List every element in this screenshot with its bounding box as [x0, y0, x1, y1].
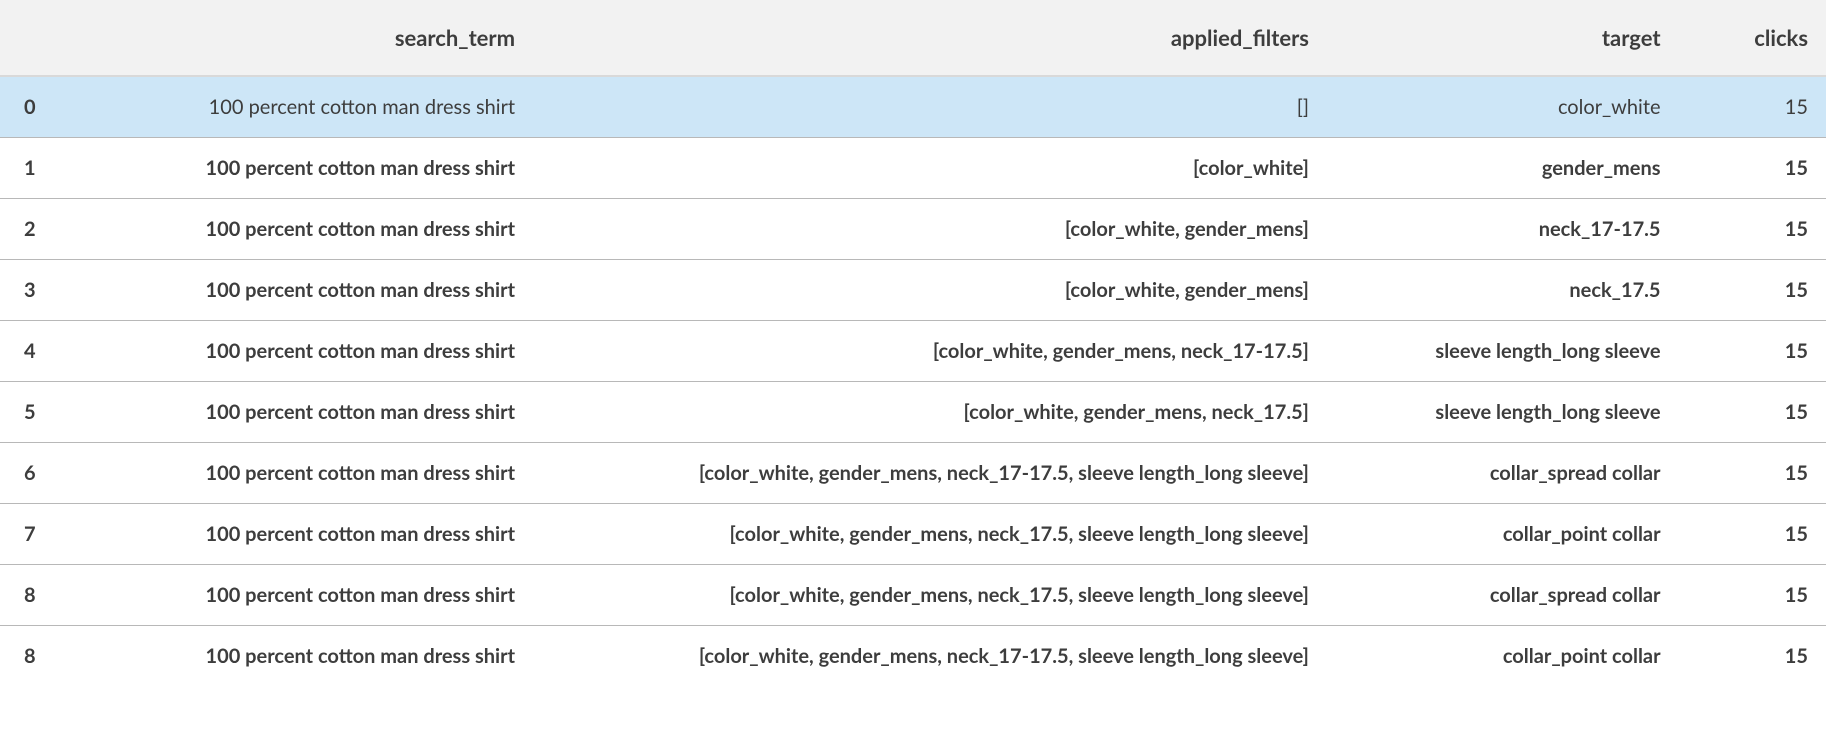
- cell-applied-filters: [color_white, gender_mens, neck_17.5]: [533, 382, 1327, 443]
- table-row: 1100 percent cotton man dress shirt[colo…: [0, 138, 1826, 199]
- column-header-search-term: search_term: [68, 0, 533, 76]
- cell-search-term: 100 percent cotton man dress shirt: [68, 565, 533, 626]
- row-index: 2: [0, 199, 68, 260]
- table-header-row: search_term applied_filters target click…: [0, 0, 1826, 76]
- row-index: 0: [0, 76, 68, 138]
- cell-applied-filters: [color_white, gender_mens, neck_17.5, sl…: [533, 565, 1327, 626]
- row-index: 4: [0, 321, 68, 382]
- table-row: 2100 percent cotton man dress shirt[colo…: [0, 199, 1826, 260]
- cell-applied-filters: [color_white, gender_mens, neck_17.5, sl…: [533, 504, 1327, 565]
- cell-clicks: 15: [1679, 626, 1826, 687]
- cell-search-term: 100 percent cotton man dress shirt: [68, 138, 533, 199]
- data-table: search_term applied_filters target click…: [0, 0, 1826, 686]
- cell-search-term: 100 percent cotton man dress shirt: [68, 443, 533, 504]
- cell-search-term: 100 percent cotton man dress shirt: [68, 504, 533, 565]
- column-header-index: [0, 0, 68, 76]
- cell-clicks: 15: [1679, 382, 1826, 443]
- column-header-applied-filters: applied_filters: [533, 0, 1327, 76]
- table-row: 0100 percent cotton man dress shirt[]col…: [0, 76, 1826, 138]
- cell-applied-filters: [color_white, gender_mens]: [533, 199, 1327, 260]
- row-index: 1: [0, 138, 68, 199]
- column-header-target: target: [1327, 0, 1679, 76]
- table-row: 6100 percent cotton man dress shirt[colo…: [0, 443, 1826, 504]
- table-row: 5100 percent cotton man dress shirt[colo…: [0, 382, 1826, 443]
- cell-applied-filters: [color_white, gender_mens]: [533, 260, 1327, 321]
- row-index: 8: [0, 626, 68, 687]
- table-row: 7100 percent cotton man dress shirt[colo…: [0, 504, 1826, 565]
- cell-applied-filters: []: [533, 76, 1327, 138]
- cell-clicks: 15: [1679, 504, 1826, 565]
- cell-target: collar_point collar: [1327, 626, 1679, 687]
- table-row: 3100 percent cotton man dress shirt[colo…: [0, 260, 1826, 321]
- table-body: 0100 percent cotton man dress shirt[]col…: [0, 76, 1826, 686]
- cell-target: color_white: [1327, 76, 1679, 138]
- table-row: 8100 percent cotton man dress shirt[colo…: [0, 565, 1826, 626]
- cell-target: sleeve length_long sleeve: [1327, 382, 1679, 443]
- cell-target: sleeve length_long sleeve: [1327, 321, 1679, 382]
- cell-clicks: 15: [1679, 565, 1826, 626]
- row-index: 8: [0, 565, 68, 626]
- row-index: 3: [0, 260, 68, 321]
- cell-target: collar_spread collar: [1327, 565, 1679, 626]
- cell-clicks: 15: [1679, 199, 1826, 260]
- cell-search-term: 100 percent cotton man dress shirt: [68, 321, 533, 382]
- cell-applied-filters: [color_white, gender_mens, neck_17-17.5,…: [533, 626, 1327, 687]
- row-index: 5: [0, 382, 68, 443]
- cell-clicks: 15: [1679, 138, 1826, 199]
- cell-clicks: 15: [1679, 76, 1826, 138]
- table-row: 8100 percent cotton man dress shirt[colo…: [0, 626, 1826, 687]
- cell-applied-filters: [color_white, gender_mens, neck_17-17.5]: [533, 321, 1327, 382]
- cell-applied-filters: [color_white, gender_mens, neck_17-17.5,…: [533, 443, 1327, 504]
- column-header-clicks: clicks: [1679, 0, 1826, 76]
- cell-target: gender_mens: [1327, 138, 1679, 199]
- cell-target: collar_point collar: [1327, 504, 1679, 565]
- cell-clicks: 15: [1679, 260, 1826, 321]
- cell-search-term: 100 percent cotton man dress shirt: [68, 199, 533, 260]
- cell-search-term: 100 percent cotton man dress shirt: [68, 382, 533, 443]
- row-index: 7: [0, 504, 68, 565]
- cell-target: neck_17-17.5: [1327, 199, 1679, 260]
- cell-search-term: 100 percent cotton man dress shirt: [68, 76, 533, 138]
- cell-clicks: 15: [1679, 321, 1826, 382]
- cell-search-term: 100 percent cotton man dress shirt: [68, 260, 533, 321]
- row-index: 6: [0, 443, 68, 504]
- cell-search-term: 100 percent cotton man dress shirt: [68, 626, 533, 687]
- cell-target: neck_17.5: [1327, 260, 1679, 321]
- table-row: 4100 percent cotton man dress shirt[colo…: [0, 321, 1826, 382]
- cell-target: collar_spread collar: [1327, 443, 1679, 504]
- cell-applied-filters: [color_white]: [533, 138, 1327, 199]
- cell-clicks: 15: [1679, 443, 1826, 504]
